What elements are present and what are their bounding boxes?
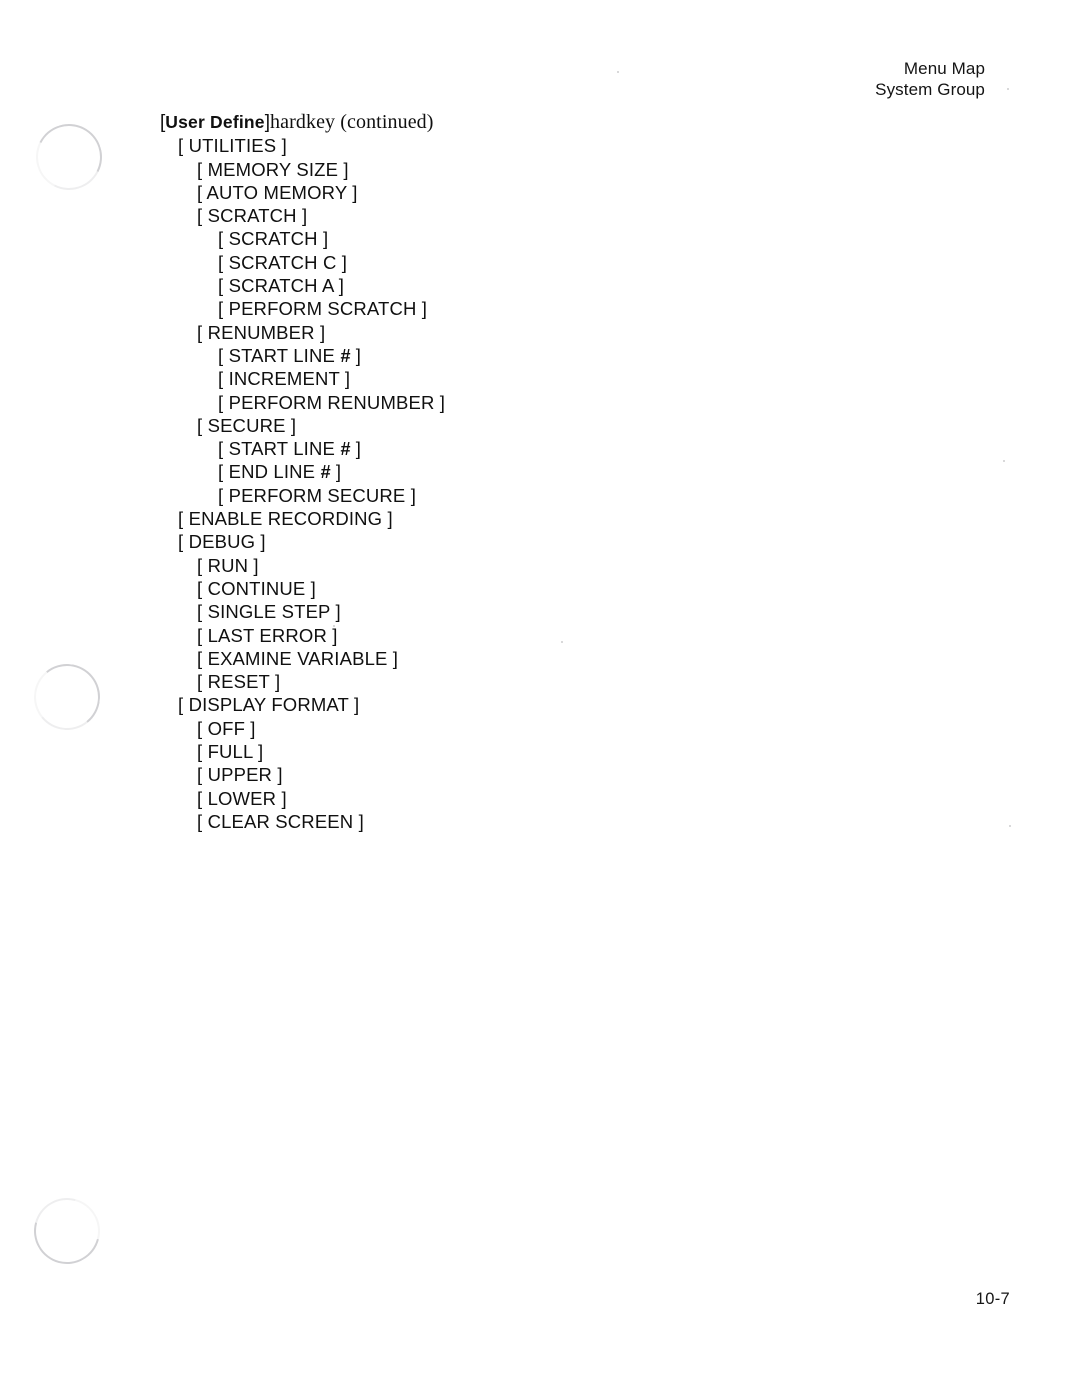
scan-speck: [1007, 88, 1009, 90]
menu-tree-item-label: [ DISPLAY FORMAT ]: [178, 694, 360, 716]
menu-tree-item-label: [ SCRATCH ]: [218, 228, 329, 250]
scan-speck: [617, 71, 619, 73]
menu-tree-item-label: [ UTILITIES ]: [178, 135, 287, 157]
hole-punch-mark-top: [27, 115, 111, 199]
menu-tree-item-label: [ FULL ]: [197, 741, 264, 763]
menu-tree-item[interactable]: [ INCREMENT ]: [160, 367, 860, 390]
menu-tree-item[interactable]: [ LOWER ]: [160, 787, 860, 810]
menu-tree-item[interactable]: [ CLEAR SCREEN ]: [160, 810, 860, 833]
menu-tree-item-label: [ SCRATCH ]: [197, 205, 308, 227]
menu-tree-item[interactable]: [ SINGLE STEP ]: [160, 600, 860, 623]
menu-tree-item[interactable]: [ EXAMINE VARIABLE ]: [160, 647, 860, 670]
document-page: Menu Map System Group [User Define]hardk…: [0, 0, 1080, 1397]
menu-tree-item-label: [ SECURE ]: [197, 414, 297, 436]
scan-speck: [1009, 825, 1011, 827]
menu-tree-item-label: [ LOWER ]: [197, 787, 287, 809]
running-head-line-1: Menu Map: [903, 59, 985, 78]
menu-tree-item[interactable]: [ ENABLE RECORDING ]: [160, 507, 860, 530]
menu-tree-item[interactable]: [ PERFORM SCRATCH ]: [160, 297, 860, 320]
menu-tree-item[interactable]: [ PERFORM SECURE ]: [160, 484, 860, 507]
menu-tree-item-label: [ SCRATCH A ]: [218, 275, 344, 297]
menu-tree-item-label: [ RUN ]: [197, 554, 259, 576]
menu-tree-item[interactable]: [ END LINE # ]: [160, 460, 860, 483]
menu-tree-item[interactable]: [ PERFORM RENUMBER ]: [160, 391, 860, 414]
menu-tree-item[interactable]: [ SCRATCH A ]: [160, 274, 860, 297]
menu-tree-item-label: [ START LINE # ]: [218, 438, 362, 460]
menu-tree-item-label: [ START LINE # ]: [218, 344, 362, 366]
menu-title-line: [User Define]hardkey (continued): [160, 110, 860, 134]
menu-tree-item[interactable]: [ UTILITIES ]: [160, 134, 860, 157]
menu-tree-item[interactable]: [ RUN ]: [160, 554, 860, 577]
running-head: Menu Map System Group: [875, 58, 985, 100]
menu-tree-item-label: [ INCREMENT ]: [218, 368, 351, 390]
page-number: 10-7: [975, 1290, 1010, 1308]
hole-punch-mark-bottom: [21, 1185, 113, 1277]
menu-tree-item[interactable]: [ UPPER ]: [160, 763, 860, 786]
menu-tree-item[interactable]: [ AUTO MEMORY ]: [160, 181, 860, 204]
menu-tree-item-label: [ AUTO MEMORY ]: [197, 181, 358, 203]
menu-map-tree: [User Define]hardkey (continued) [ UTILI…: [160, 110, 860, 833]
menu-tree-item-label: [ MEMORY SIZE ]: [197, 158, 349, 180]
menu-tree-item-label: [ PERFORM RENUMBER ]: [218, 391, 446, 413]
menu-tree-item-label: [ SCRATCH C ]: [218, 251, 348, 273]
hardkey-name: User Define: [165, 112, 265, 132]
menu-tree-item[interactable]: [ OFF ]: [160, 717, 860, 740]
menu-tree-rows: [ UTILITIES ][ MEMORY SIZE ][ AUTO MEMOR…: [160, 134, 860, 833]
menu-tree-item-label: [ RESET ]: [197, 671, 281, 693]
menu-tree-item-label: [ PERFORM SCRATCH ]: [218, 298, 428, 320]
menu-tree-item-label: [ LAST ERROR ]: [197, 624, 338, 646]
menu-tree-item-label: [ END LINE # ]: [218, 461, 342, 483]
hardkey-description: hardkey (continued): [270, 111, 434, 133]
menu-tree-item[interactable]: [ RESET ]: [160, 670, 860, 693]
number-sign-glyph: #: [340, 345, 351, 366]
scan-speck: [1003, 460, 1005, 462]
menu-tree-item[interactable]: [ FULL ]: [160, 740, 860, 763]
menu-tree-item[interactable]: [ DISPLAY FORMAT ]: [160, 693, 860, 716]
menu-tree-item[interactable]: [ START LINE # ]: [160, 344, 860, 367]
menu-tree-item[interactable]: [ DEBUG ]: [160, 530, 860, 553]
menu-tree-item-label: [ DEBUG ]: [178, 531, 266, 553]
running-head-line-2: System Group: [875, 80, 985, 99]
menu-tree-item-label: [ OFF ]: [197, 717, 256, 739]
menu-tree-item-label: [ CLEAR SCREEN ]: [197, 810, 364, 832]
hole-punch-mark-middle: [30, 660, 104, 734]
menu-tree-item-label: [ RENUMBER ]: [197, 321, 326, 343]
menu-tree-item[interactable]: [ MEMORY SIZE ]: [160, 158, 860, 181]
menu-tree-item-label: [ SINGLE STEP ]: [197, 601, 341, 623]
menu-tree-item-label: [ PERFORM SECURE ]: [218, 484, 416, 506]
menu-tree-item[interactable]: [ SCRATCH C ]: [160, 251, 860, 274]
menu-tree-item-label: [ EXAMINE VARIABLE ]: [197, 647, 399, 669]
menu-tree-item[interactable]: [ START LINE # ]: [160, 437, 860, 460]
menu-tree-item[interactable]: [ SCRATCH ]: [160, 204, 860, 227]
number-sign-glyph: #: [320, 462, 331, 483]
menu-tree-item-label: [ CONTINUE ]: [197, 577, 316, 599]
menu-tree-item[interactable]: [ SECURE ]: [160, 414, 860, 437]
menu-tree-item[interactable]: [ SCRATCH ]: [160, 227, 860, 250]
menu-tree-item[interactable]: [ LAST ERROR ]: [160, 624, 860, 647]
menu-tree-item-label: [ UPPER ]: [197, 764, 283, 786]
menu-tree-item[interactable]: [ CONTINUE ]: [160, 577, 860, 600]
number-sign-glyph: #: [340, 439, 351, 460]
menu-tree-item[interactable]: [ RENUMBER ]: [160, 321, 860, 344]
menu-tree-item-label: [ ENABLE RECORDING ]: [178, 508, 393, 530]
